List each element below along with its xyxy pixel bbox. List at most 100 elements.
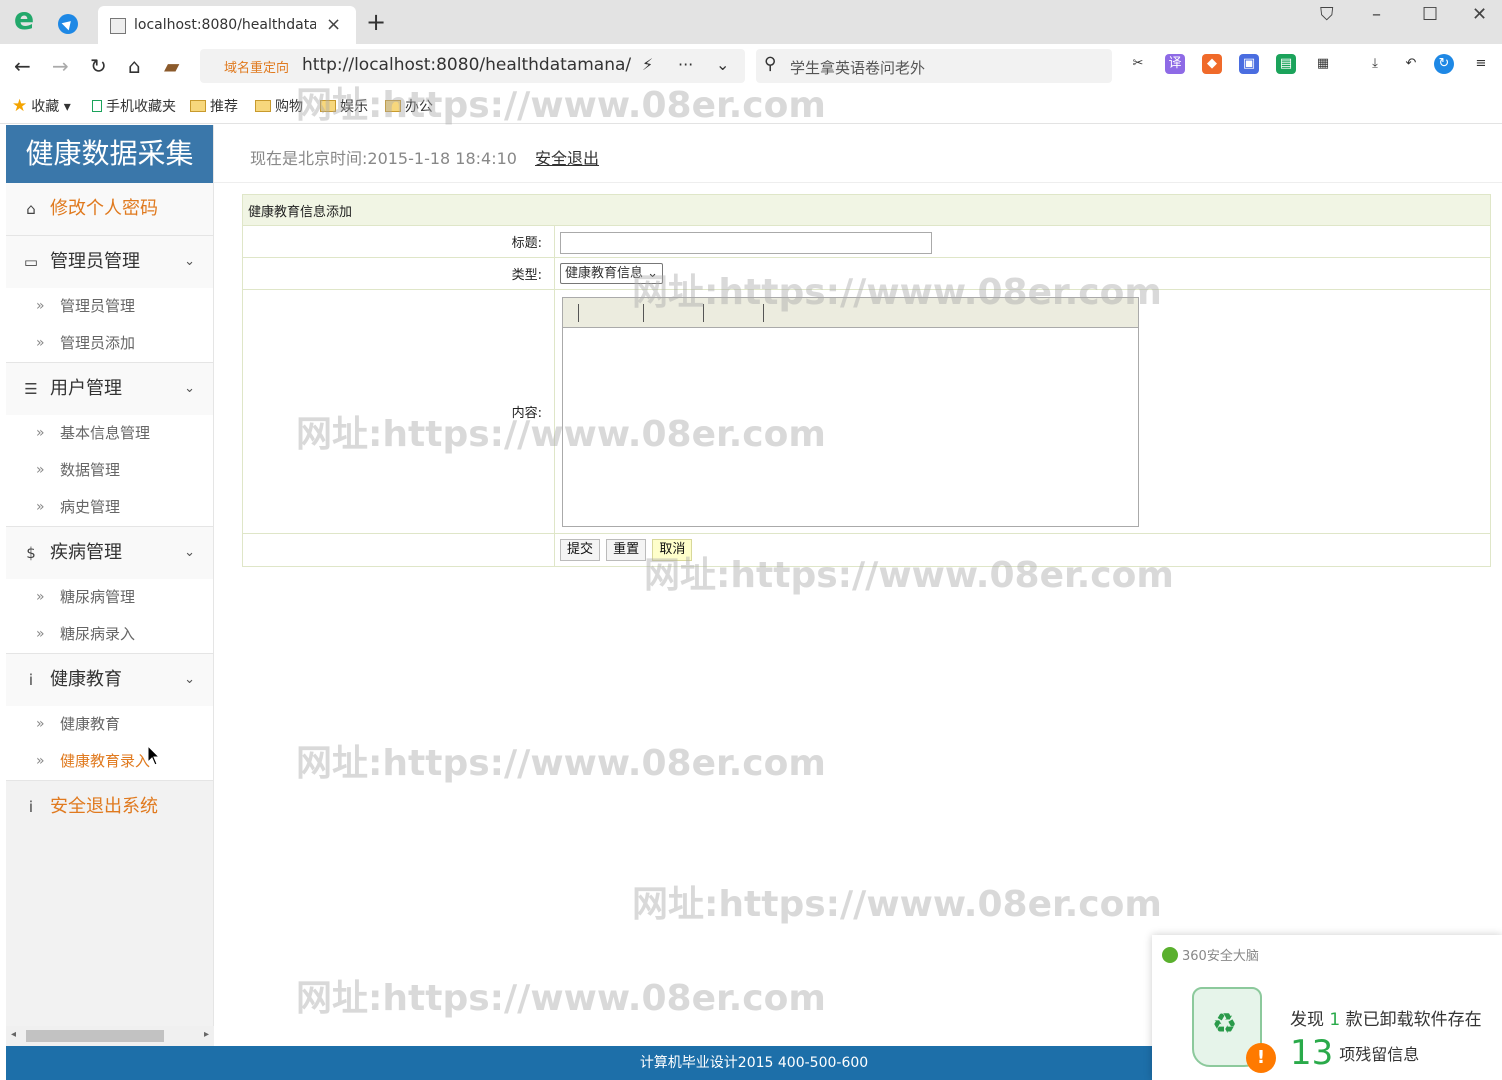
bookmark-folder-office[interactable]: 办公 (385, 96, 433, 116)
nav-change-password[interactable]: ⌂ 修改个人密码 (6, 183, 213, 236)
sidebar-item-basic-info[interactable]: » 基本信息管理 (6, 415, 213, 452)
scissors-icon[interactable]: ✂ (1128, 54, 1148, 74)
360-logo-icon (1162, 947, 1178, 963)
nav-exit-system-label: 安全退出系统 (50, 796, 158, 817)
skin-icon[interactable]: ⛉ (1320, 4, 1334, 25)
sidebar-item-diabetes-manage[interactable]: » 糖尿病管理 (6, 579, 213, 616)
submit-button[interactable]: 提交 (560, 539, 601, 561)
nav-group-education-header[interactable]: i 健康教育 ⌄ (6, 654, 213, 706)
browser-logo-icon[interactable]: e (10, 5, 38, 35)
bookmarks-bar: ★ 收藏 ▾ 手机收藏夹 推荐 购物 娱乐 办公 (0, 88, 1502, 124)
form-heading: 健康教育信息添加 (242, 194, 1491, 226)
nav-group-admin-header[interactable]: ▭ 管理员管理 ⌄ (6, 236, 213, 288)
toolbar-separator (703, 304, 704, 322)
sidebar-item-history[interactable]: » 病史管理 (6, 489, 213, 526)
tab-close-icon[interactable]: × (326, 14, 341, 35)
undo-icon[interactable]: ↶ (1401, 54, 1421, 74)
bookmark-mobile[interactable]: 手机收藏夹 (92, 96, 176, 116)
more-icon[interactable]: ··· (678, 55, 693, 74)
url-text[interactable]: http://localhost:8080/healthdatamana/adr (302, 55, 632, 75)
sidebar-item-admin-add[interactable]: » 管理员添加 (6, 325, 213, 362)
nav-group-disease: $ 疾病管理 ⌄ » 糖尿病管理 » 糖尿病录入 (6, 527, 213, 654)
compass-icon[interactable] (58, 14, 78, 34)
double-chevron-icon: » (36, 462, 45, 478)
briefcase-icon[interactable]: ▰ (164, 54, 179, 78)
nav-change-password-label: 修改个人密码 (50, 198, 158, 219)
apps-grid-icon[interactable]: ▦ (1313, 54, 1333, 74)
home-icon[interactable]: ⌂ (128, 54, 141, 78)
home-icon: ⌂ (26, 200, 36, 218)
reload-icon[interactable]: ↻ (90, 54, 107, 78)
type-select[interactable]: 健康教育信息 ⌄ (560, 263, 664, 284)
browser-tab[interactable]: localhost:8080/healthdatamana × (98, 6, 356, 44)
bookmark-favorites[interactable]: ★ 收藏 ▾ (12, 96, 71, 116)
chevron-down-icon: ⌄ (647, 266, 659, 281)
info-icon: i (28, 671, 34, 689)
maximize-icon[interactable]: ☐ (1422, 4, 1438, 25)
screenshot-icon[interactable]: ▣ (1239, 54, 1259, 74)
sidebar-horizontal-scrollbar[interactable]: ◂ ▸ (6, 1026, 214, 1046)
sidebar-item-education[interactable]: » 健康教育 (6, 706, 213, 743)
scrollbar-thumb[interactable] (26, 1030, 164, 1042)
logout-link[interactable]: 安全退出 (535, 145, 599, 169)
nav-group-user: ☰ 用户管理 ⌄ » 基本信息管理 » 数据管理 » 病史管理 (6, 363, 213, 527)
folder-icon (255, 100, 271, 112)
popup-brand: 360安全大脑 (1162, 945, 1259, 964)
mouse-cursor-icon (147, 745, 161, 766)
menu-icon[interactable]: ≡ (1471, 54, 1491, 74)
chevron-down-icon: ⌄ (184, 254, 195, 269)
chevron-down-icon[interactable]: ⌄ (716, 55, 729, 74)
reset-button[interactable]: 重置 (606, 539, 647, 561)
forward-icon[interactable]: → (52, 54, 69, 78)
info-icon: i (28, 798, 34, 816)
nav-group-disease-header[interactable]: $ 疾病管理 ⌄ (6, 527, 213, 579)
search-input[interactable]: ⚲ 学生拿英语卷问老外 (756, 49, 1112, 83)
chevron-down-icon: ⌄ (184, 381, 195, 396)
scroll-right-icon[interactable]: ▸ (204, 1029, 209, 1040)
translate-icon[interactable]: 译 (1165, 54, 1185, 74)
warning-icon: ! (1246, 1043, 1276, 1073)
double-chevron-icon: » (36, 589, 45, 605)
nav-exit-system[interactable]: i 安全退出系统 (6, 781, 213, 833)
content-label: 内容: (242, 289, 555, 534)
double-chevron-icon: » (36, 499, 45, 515)
title-label: 标题: (242, 225, 555, 258)
nav-group-education: i 健康教育 ⌄ » 健康教育 » 健康教育录入 (6, 654, 213, 781)
sync-icon[interactable]: ↻ (1434, 54, 1454, 74)
folder-icon (385, 100, 401, 112)
sidebar-item-diabetes-entry[interactable]: » 糖尿病录入 (6, 616, 213, 653)
download-icon[interactable]: ⤓ (1365, 54, 1385, 74)
lightning-icon[interactable]: ⚡ (642, 55, 653, 74)
title-input[interactable] (560, 232, 932, 254)
star-icon: ★ (12, 96, 28, 116)
bookmark-folder-shopping[interactable]: 购物 (255, 96, 303, 116)
popup-message-1: 发现 1 款已卸载软件存在 (1290, 1010, 1482, 1030)
popup-message-2: 13 项残留信息 (1290, 1033, 1420, 1073)
toolbar-separator (763, 304, 764, 322)
brand-title: 健康数据采集 (6, 125, 213, 183)
toolbar-separator (643, 304, 644, 322)
minimize-icon[interactable]: – (1372, 4, 1381, 25)
url-field[interactable]: 域名重定向 http://localhost:8080/healthdatama… (200, 49, 745, 83)
type-label: 类型: (242, 257, 555, 290)
game-icon[interactable]: ◆ (1202, 54, 1222, 74)
page-favicon-icon (110, 18, 126, 34)
sidebar-item-data-manage[interactable]: » 数据管理 (6, 452, 213, 489)
bookmark-folder-recommend[interactable]: 推荐 (190, 96, 238, 116)
security-popup[interactable]: 360安全大脑 ♻ ! 发现 1 款已卸载软件存在 13 项残留信息 (1152, 935, 1502, 1080)
close-window-icon[interactable]: ✕ (1472, 4, 1487, 25)
bookmark-folder-entertainment[interactable]: 娱乐 (320, 96, 368, 116)
sidebar-item-education-entry[interactable]: » 健康教育录入 (6, 743, 213, 780)
sidebar-item-admin-manage[interactable]: » 管理员管理 (6, 288, 213, 325)
search-icon: ⚲ (764, 54, 777, 74)
nav-group-user-header[interactable]: ☰ 用户管理 ⌄ (6, 363, 213, 415)
list-icon: ☰ (24, 380, 38, 398)
back-icon[interactable]: ← (14, 54, 31, 78)
cancel-button[interactable]: 取消 (652, 539, 693, 561)
content-editor[interactable] (562, 297, 1139, 527)
new-tab-icon[interactable]: + (366, 8, 386, 36)
reader-icon[interactable]: ▤ (1276, 54, 1296, 74)
editor-toolbar (563, 298, 1138, 328)
tab-title: localhost:8080/healthdatamana (134, 17, 316, 33)
scroll-left-icon[interactable]: ◂ (11, 1029, 16, 1040)
